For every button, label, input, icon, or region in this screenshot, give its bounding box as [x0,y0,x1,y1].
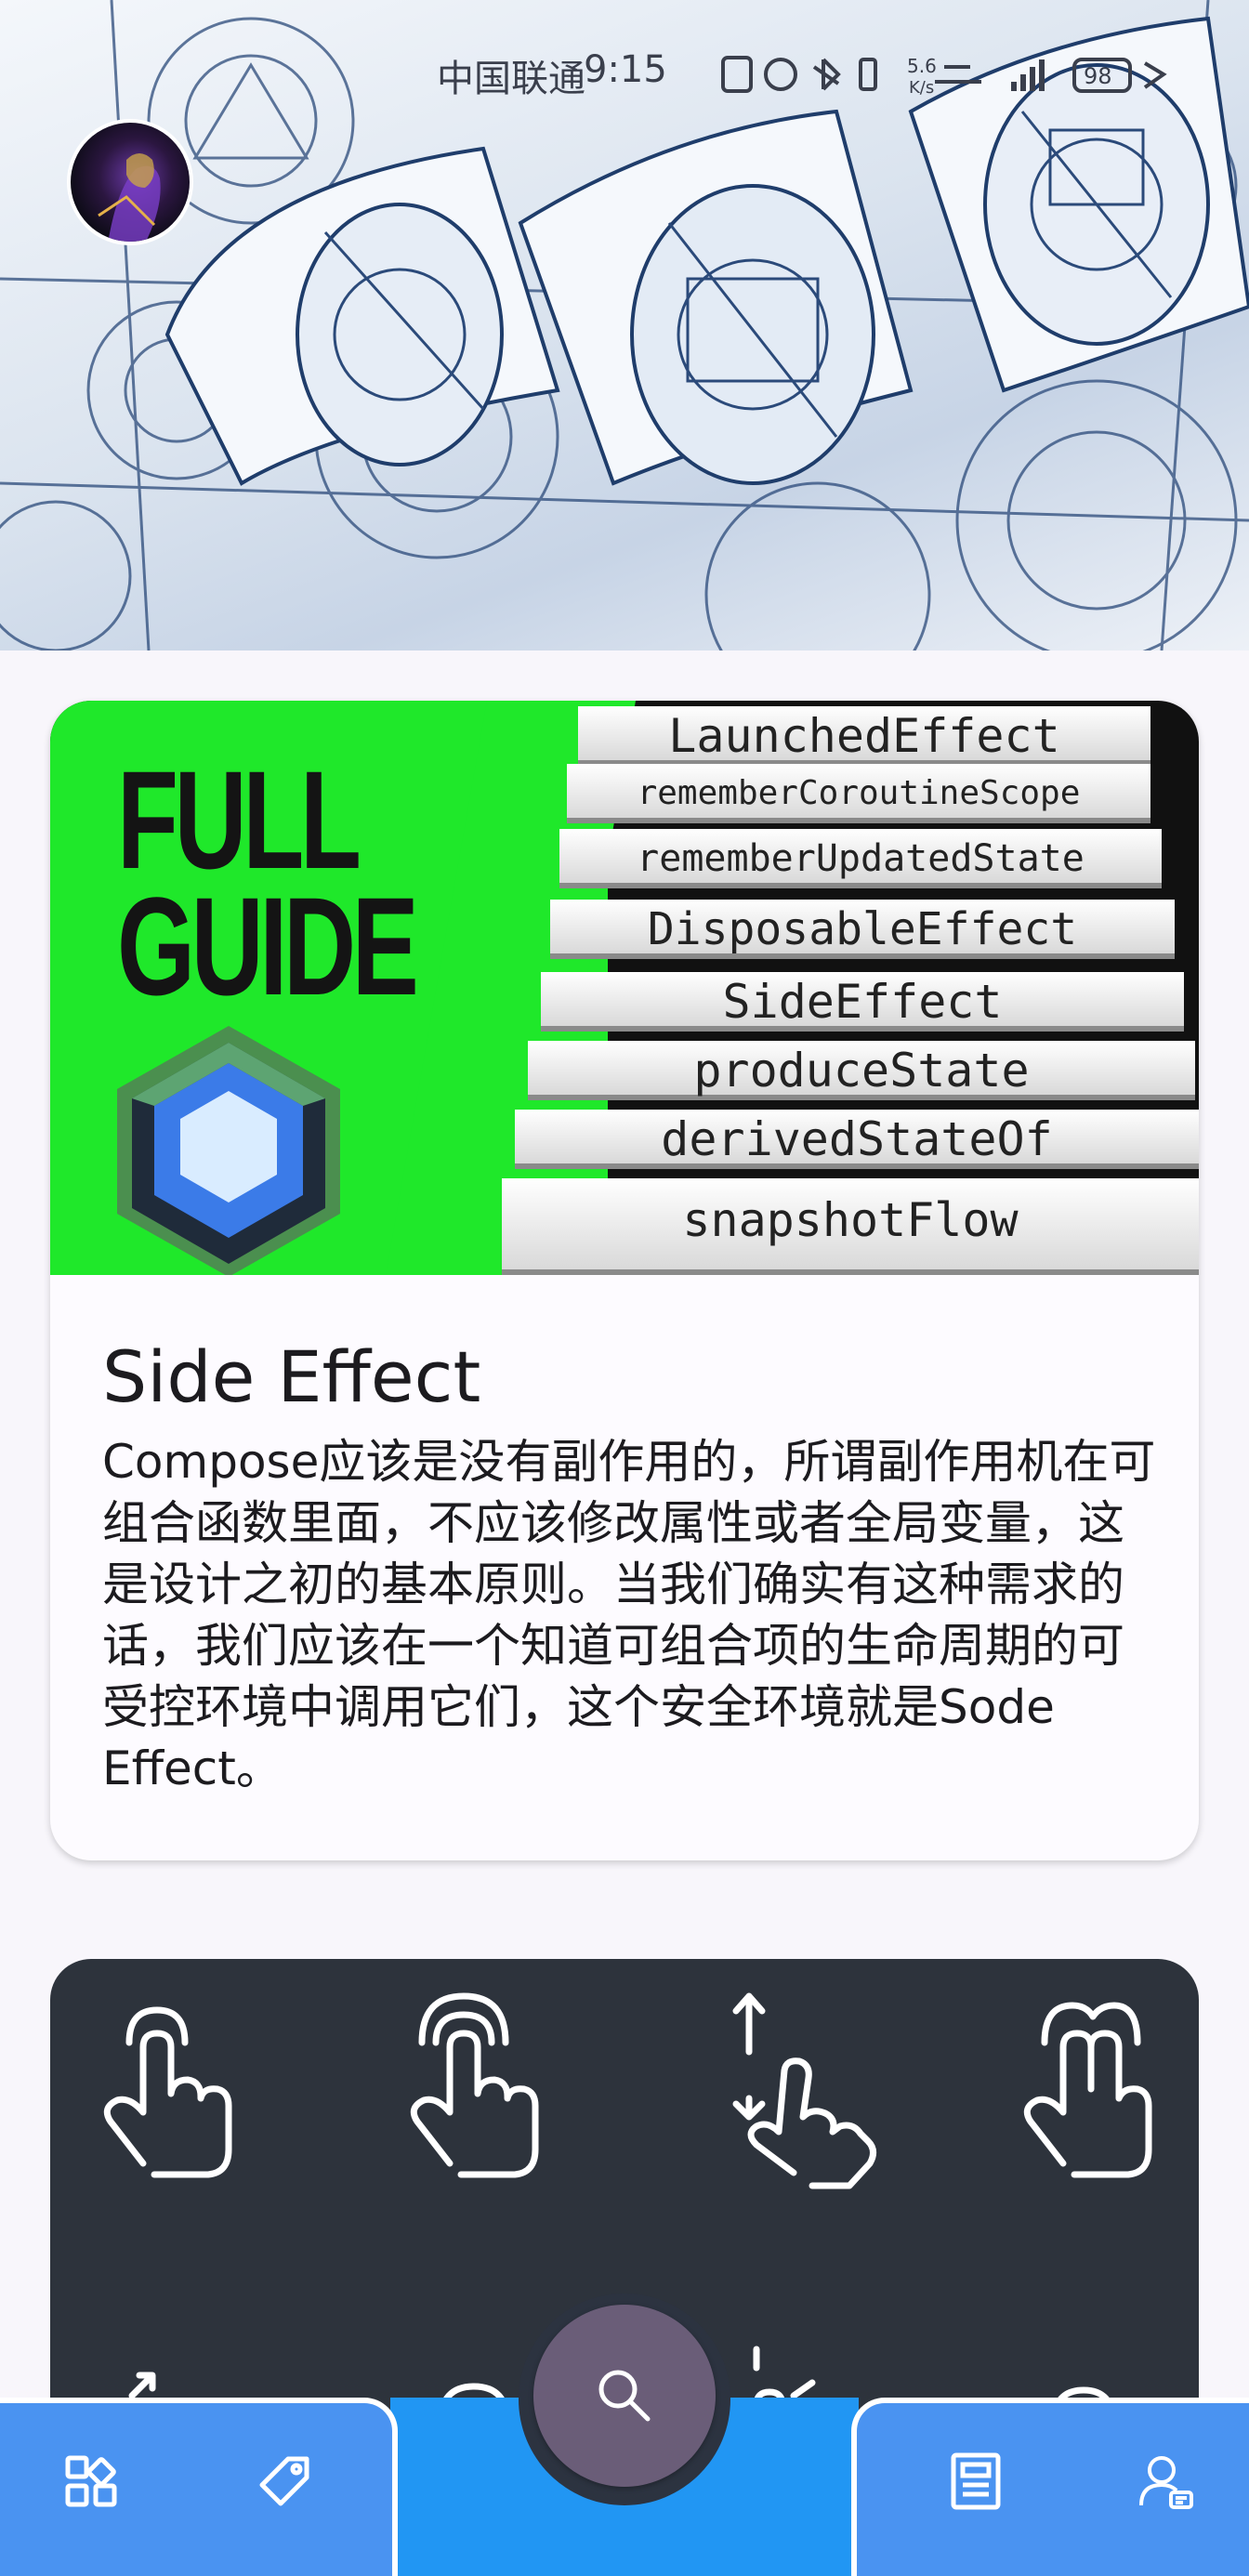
step-disposableeffect: DisposableEffect [550,900,1175,959]
search-fab-button[interactable] [533,2305,716,2487]
cover-headline: FULL GUIDE [117,742,419,1024]
nav-article-button[interactable] [931,2437,1020,2526]
article-card-side-effect[interactable]: FULL GUIDE LaunchedEffect rememberCorout… [50,701,1199,1860]
step-producestate: produceState [528,1041,1195,1100]
step-sideeffect: SideEffect [541,972,1184,1032]
card-description: Compose应该是没有副作用的，所谓副作用机在可组合函数里面，不应该修改属性或… [102,1435,1156,1795]
nav-grid-button[interactable] [46,2437,136,2526]
profile-icon [1139,2456,1193,2509]
search-icon [598,2370,651,2422]
step-launchedeffect: LaunchedEffect [578,706,1150,766]
grid-icon [65,2455,117,2507]
card-cover-image: FULL GUIDE LaunchedEffect rememberCorout… [50,701,1199,1275]
step-rememberupdatedstate: rememberUpdatedState [559,829,1162,888]
step-remembercoroutinescope: rememberCoroutineScope [567,764,1150,823]
nav-profile-button[interactable] [1121,2437,1210,2526]
clock-time: 9:15 [584,48,667,91]
step-derivedstateof: derivedStateOf [515,1110,1199,1169]
user-avatar[interactable] [67,119,193,245]
card-text-block: Side Effect Compose应该是没有副作用的，所谓副作用机在可组合函… [102,1333,1162,1799]
article-icon [951,2452,1001,2510]
battery-level: 98 [1084,63,1112,89]
svg-text:K/s: K/s [909,78,934,98]
double-tap-gesture-icon [410,1992,539,2178]
tag-icon [259,2456,309,2506]
nav-tag-button[interactable] [240,2437,329,2526]
nav-right-group [851,2398,1249,2576]
tap-gesture-icon [103,2006,232,2178]
network-speed-text: 5.6 [907,55,937,77]
card-title: Side Effect [102,1335,481,1418]
two-finger-tap-gesture-icon [1023,2002,1152,2178]
step-snapshotflow: snapshotFlow [502,1178,1199,1275]
status-bar: 中国联通 9:15 5.6 K/s 98 [0,48,1249,100]
drag-vertical-gesture-icon [732,1992,876,2189]
header-banner: 中国联通 9:15 5.6 K/s 98 [0,0,1249,651]
status-icons: 5.6 K/s 98 [721,55,1167,98]
jetpack-compose-logo-icon [117,1026,340,1275]
carrier-label: 中国联通 [437,58,585,100]
nav-left-group [0,2398,398,2576]
